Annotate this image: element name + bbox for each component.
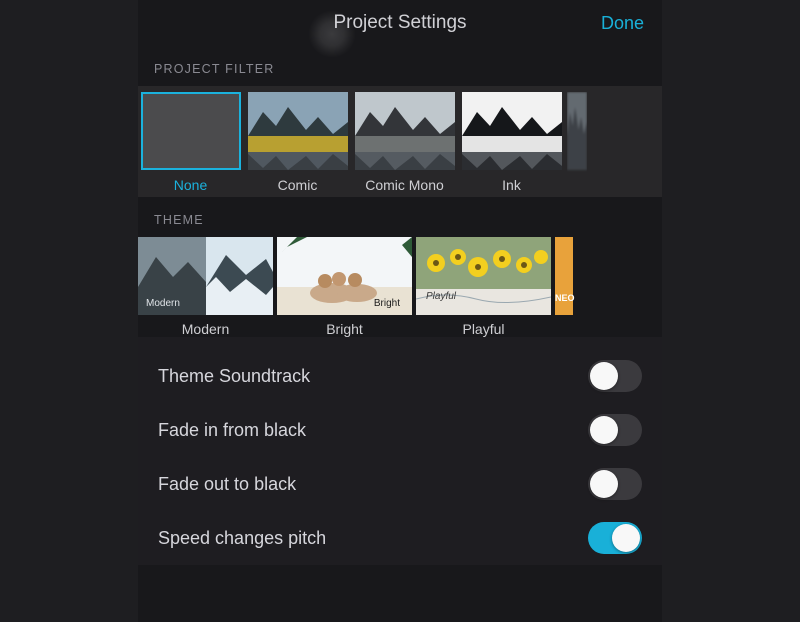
toggle-label-soundtrack: Theme Soundtrack	[158, 366, 310, 387]
toggle-fade-out[interactable]	[588, 468, 642, 500]
theme-overlay-bright: Bright	[374, 298, 400, 309]
theme-strip[interactable]: Modern Modern Bright Bright	[138, 237, 662, 337]
toggle-row-fade-out: Fade out to black	[158, 457, 642, 511]
mountain-icon	[248, 92, 348, 170]
filter-item-ink[interactable]: Ink	[460, 92, 563, 193]
theme-overlay-neon: NEO	[555, 293, 575, 303]
theme-label-playful: Playful	[416, 321, 551, 337]
filter-strip[interactable]: None Comic	[138, 86, 662, 197]
filter-item-none[interactable]: None	[139, 92, 242, 193]
toggle-row-soundtrack: Theme Soundtrack	[158, 349, 642, 403]
toggle-label-speed-pitch: Speed changes pitch	[158, 528, 326, 549]
settings-panel: Project Settings Done Project Filter Non…	[138, 0, 662, 622]
theme-thumb-modern: Modern	[138, 237, 273, 315]
filter-label-comic: Comic	[246, 177, 349, 193]
toggle-label-fade-in: Fade in from black	[158, 420, 306, 441]
filter-item-comic-mono[interactable]: Comic Mono	[353, 92, 456, 193]
filter-label-ink: Ink	[460, 177, 563, 193]
filter-item-comic[interactable]: Comic	[246, 92, 349, 193]
theme-label-modern: Modern	[138, 321, 273, 337]
filter-thumb-comic	[248, 92, 348, 170]
theme-overlay-modern: Modern	[146, 298, 180, 309]
filter-label-comic-mono: Comic Mono	[353, 177, 456, 193]
toggle-list: Theme Soundtrack Fade in from black Fade…	[138, 337, 662, 565]
filter-section-label: Project Filter	[138, 46, 662, 86]
toggle-fade-in[interactable]	[588, 414, 642, 446]
page-title: Project Settings	[138, 12, 662, 34]
theme-label-bright: Bright	[277, 321, 412, 337]
filter-thumb-ink	[462, 92, 562, 170]
toggle-row-speed-pitch: Speed changes pitch	[158, 511, 642, 565]
theme-overlay-playful: Playful	[426, 291, 456, 302]
done-button[interactable]: Done	[601, 13, 644, 34]
theme-item-playful[interactable]: Playful Playful	[416, 237, 551, 337]
filter-item-overflow[interactable]	[567, 92, 587, 193]
theme-item-bright[interactable]: Bright Bright	[277, 237, 412, 337]
mountain-icon	[462, 92, 562, 170]
header-bar: Project Settings Done	[138, 0, 662, 46]
toggle-label-fade-out: Fade out to black	[158, 474, 296, 495]
filter-thumb-comic-mono	[355, 92, 455, 170]
flowers-icon	[416, 237, 551, 315]
filter-label-none: None	[139, 177, 242, 193]
toggle-soundtrack[interactable]	[588, 360, 642, 392]
toggle-speed-pitch[interactable]	[588, 522, 642, 554]
filter-thumb-none	[141, 92, 241, 170]
mountain-icon	[567, 92, 587, 170]
theme-thumb-bright: Bright	[277, 237, 412, 315]
theme-item-neon[interactable]: NEO	[555, 237, 575, 337]
mountain-icon	[355, 92, 455, 170]
theme-item-modern[interactable]: Modern Modern	[138, 237, 273, 337]
toggle-row-fade-in: Fade in from black	[158, 403, 642, 457]
theme-thumb-playful: Playful	[416, 237, 551, 315]
theme-thumb-neon: NEO	[555, 237, 573, 315]
filter-thumb-overflow	[567, 92, 587, 170]
theme-section-label: Theme	[138, 197, 662, 237]
